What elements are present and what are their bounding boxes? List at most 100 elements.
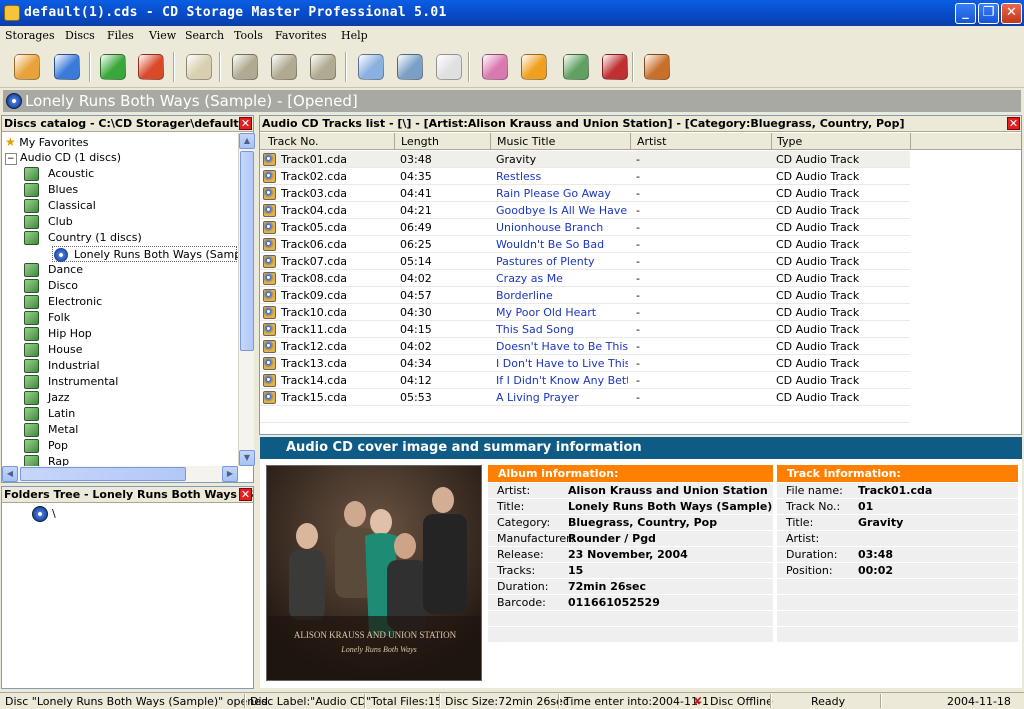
table-row[interactable]: Track13.cda 04:34 I Don't Have to Live Thi… [260,355,910,372]
audio-track-icon [263,340,276,353]
menu-search[interactable]: Search [185,29,224,42]
scroll-left-icon[interactable]: ◀ [2,466,18,482]
col-track-no[interactable]: Track No. [268,135,319,148]
col-music-title[interactable]: Music Title [497,135,555,148]
status-label: Disc Label:"Audio CD" [250,695,372,708]
status-bar: Disc "Lonely Runs Both Ways (Sample)" op… [0,692,1024,709]
find-files-button[interactable] [393,50,427,84]
menu-storages[interactable]: Storages [5,29,55,42]
genre-node[interactable]: Jazz [24,390,224,406]
track-info-row: Track No.: 01 [777,499,1018,515]
audio-track-icon [263,374,276,387]
col-divider[interactable] [394,133,395,150]
genre-node[interactable]: Dance [24,262,224,278]
menu-view[interactable]: View [149,29,176,42]
close-tracks-icon[interactable]: ✕ [1007,117,1020,130]
collapse-icon[interactable]: − [5,153,17,165]
scroll-right-icon[interactable]: ▶ [222,466,238,482]
table-row[interactable]: Track09.cda 04:57 Borderline - CD Audio Trac… [260,287,910,304]
table-row[interactable]: Track06.cda 06:25 Wouldn't Be So Bad - CD Au… [260,236,910,253]
table-row[interactable]: Track01.cda 03:48 Gravity - CD Audio Track [260,151,910,168]
close-button[interactable]: ✕ [1001,3,1022,24]
menu-bar: Storages Discs Files View Search Tools F… [0,26,1024,46]
table-row[interactable]: Track11.cda 04:15 This Sad Song - CD Audio T… [260,321,910,338]
col-divider[interactable] [910,133,911,150]
search-button[interactable] [354,50,388,84]
genre-node[interactable]: Industrial [24,358,224,374]
report-button[interactable] [517,50,551,84]
col-divider[interactable] [771,133,772,150]
genre-node[interactable]: House [24,342,224,358]
view-details-button[interactable] [432,50,466,84]
table-row[interactable]: Track14.cda 04:12 If I Didn't Know Any Bet… [260,372,910,389]
cell-track-no: Track10.cda [281,306,348,319]
scroll-thumb[interactable] [240,151,254,351]
minimize-button[interactable]: _ [955,3,976,24]
menu-help[interactable]: Help [341,29,368,42]
favorites-node[interactable]: ★ My Favorites [5,134,88,150]
title-bar[interactable]: default(1).cds - CD Storage Master Profe… [0,0,1024,26]
tools-button[interactable] [598,50,632,84]
folder-up-button[interactable] [228,50,262,84]
genre-node[interactable]: Instrumental [24,374,224,390]
scroll-up-icon[interactable]: ▲ [239,133,255,149]
menu-files[interactable]: Files [107,29,134,42]
table-row[interactable]: Track07.cda 05:14 Pastures of Plenty - CD Au… [260,253,910,270]
genre-node[interactable]: Hip Hop [24,326,224,342]
menu-discs[interactable]: Discs [65,29,95,42]
table-row[interactable]: Track15.cda 05:53 A Living Prayer - CD Audio… [260,389,910,406]
scroll-down-icon[interactable]: ▼ [239,450,255,466]
track-info-value: 01 [858,500,874,513]
audio-cd-root-node[interactable]: − Audio CD (1 discs) [5,150,121,166]
cd-label-button[interactable] [478,50,512,84]
folder-root-label[interactable]: \ [52,507,56,520]
maximize-button[interactable]: ❐ [978,3,999,24]
col-type[interactable]: Type [777,135,802,148]
menu-favorites[interactable]: Favorites [275,29,327,42]
cell-type: CD Audio Track [776,153,860,166]
close-folders-icon[interactable]: ✕ [239,488,252,501]
album-info-value: Rounder / Pgd [568,532,656,545]
folder-delete-button[interactable] [306,50,340,84]
genre-node[interactable]: Electronic [24,294,224,310]
close-catalog-icon[interactable]: ✕ [239,117,252,130]
database-button[interactable] [559,50,593,84]
genre-node[interactable]: Acoustic [24,166,224,182]
selected-disc-node[interactable]: Lonely Runs Both Ways (Sample) [52,246,238,262]
hscroll-thumb[interactable] [20,467,186,481]
open-storage-button[interactable] [10,50,44,84]
genre-node[interactable]: Club [24,214,224,230]
cell-music-title: My Poor Old Heart [496,306,597,319]
catalog-vscroll[interactable]: ▲ ▼ [238,133,255,466]
col-length[interactable]: Length [401,135,439,148]
folder-new-button[interactable] [267,50,301,84]
drive-button[interactable] [182,50,216,84]
add-disc-button[interactable] [96,50,130,84]
table-row[interactable]: Track10.cda 04:30 My Poor Old Heart - CD Aud… [260,304,910,321]
menu-tools[interactable]: Tools [234,29,263,42]
col-artist[interactable]: Artist [637,135,666,148]
exit-button[interactable] [640,50,674,84]
genre-node[interactable]: Rap [24,454,224,466]
table-row[interactable]: Track04.cda 04:21 Goodbye Is All We Have - C… [260,202,910,219]
genre-node[interactable]: Metal [24,422,224,438]
table-row[interactable]: Track05.cda 06:49 Unionhouse Branch - CD Aud… [260,219,910,236]
table-row[interactable]: Track08.cda 04:02 Crazy as Me - CD Audio Tra… [260,270,910,287]
genre-node[interactable]: Classical [24,198,224,214]
folder-delete-icon [310,54,336,80]
col-divider[interactable] [490,133,491,150]
save-storage-button[interactable] [50,50,84,84]
catalog-hscroll[interactable]: ◀ ▶ [2,466,238,482]
remove-disc-button[interactable] [134,50,168,84]
genre-node[interactable]: Latin [24,406,224,422]
genre-node[interactable]: Pop [24,438,224,454]
genre-node[interactable]: Disco [24,278,224,294]
track-info-key: Duration: [786,548,838,561]
genre-node[interactable]: Folk [24,310,224,326]
table-row[interactable]: Track03.cda 04:41 Rain Please Go Away - CD A… [260,185,910,202]
col-divider[interactable] [630,133,631,150]
genre-node[interactable]: Country (1 discs) [24,230,224,246]
table-row[interactable]: Track12.cda 04:02 Doesn't Have to Be This … [260,338,910,355]
genre-node[interactable]: Blues [24,182,224,198]
table-row[interactable]: Track02.cda 04:35 Restless - CD Audio Track [260,168,910,185]
